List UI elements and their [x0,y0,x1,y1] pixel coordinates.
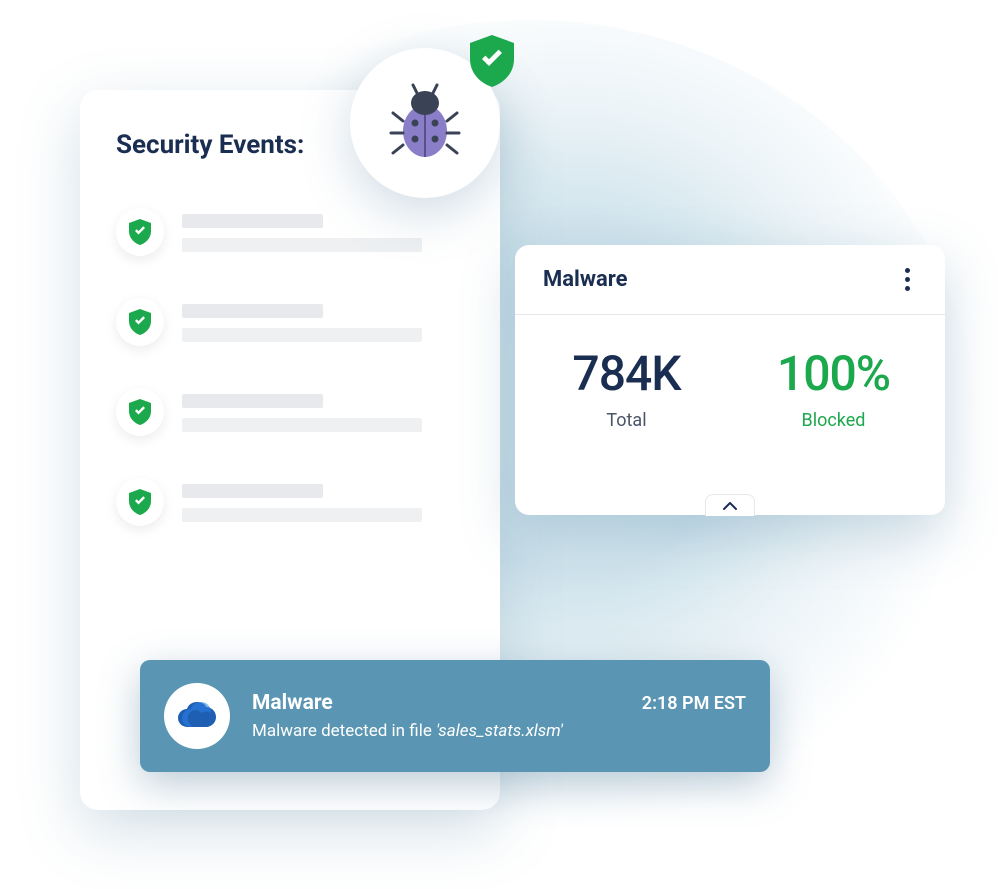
stat-blocked-value: 100% [750,345,917,402]
shield-check-icon [129,219,151,245]
shield-check-icon [470,35,514,87]
shield-check-icon [129,489,151,515]
event-item[interactable] [116,388,464,436]
event-status-badge [116,298,164,346]
alert-filename: 'sales_stats.xlsm' [436,721,563,741]
stat-blocked: 100% Blocked [750,345,917,431]
stat-total-label: Total [543,410,710,431]
chevron-up-icon [723,502,737,510]
bug-icon [385,83,465,163]
malware-card-title: Malware [543,267,628,292]
event-status-badge [116,478,164,526]
more-menu-button[interactable] [897,268,917,291]
cloud-icon [176,701,218,731]
stat-total-value: 784K [543,345,710,402]
event-placeholder-text [182,208,464,252]
event-item[interactable] [116,298,464,346]
event-item[interactable] [116,208,464,256]
malware-stats-card: Malware 784K Total 100% Blocked [515,245,945,515]
alert-timestamp: 2:18 PM EST [642,693,746,714]
alert-source-icon-circle [164,683,230,749]
shield-check-icon [129,309,151,335]
event-placeholder-text [182,298,464,342]
event-item[interactable] [116,478,464,526]
event-status-badge [116,388,164,436]
malware-alert-banner[interactable]: Malware 2:18 PM EST Malware detected in … [140,660,770,772]
event-status-badge [116,208,164,256]
alert-title: Malware [252,691,333,715]
event-placeholder-text [182,478,464,522]
bug-shield-overlay [470,35,514,91]
expand-button[interactable] [705,494,755,516]
stat-total: 784K Total [543,345,710,431]
alert-description: Malware detected in file 'sales_stats.xl… [252,721,746,741]
event-placeholder-text [182,388,464,432]
stat-blocked-label: Blocked [750,410,917,431]
shield-check-icon [129,399,151,425]
